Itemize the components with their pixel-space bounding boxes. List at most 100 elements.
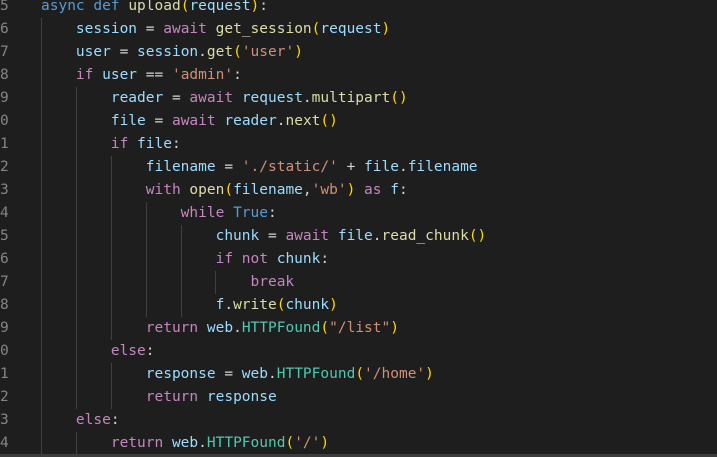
code-text: if not chunk:: [41, 248, 330, 271]
line-number: 4: [0, 205, 9, 221]
code-token: HTTPFound: [241, 320, 321, 336]
code-token: =: [224, 159, 242, 175]
code-token: :: [320, 251, 330, 267]
code-token: write: [233, 297, 277, 313]
code-token: chunk: [276, 251, 321, 267]
code-token: 'wb': [311, 182, 347, 198]
code-token: not: [241, 251, 277, 267]
code-token: './static/': [241, 159, 347, 175]
code-token: reader: [41, 90, 172, 106]
code-token: ): [381, 21, 391, 37]
code-line[interactable]: 8 f.write(chunk): [0, 294, 717, 317]
code-text: file = await reader.next(): [41, 110, 338, 133]
code-token: web: [241, 366, 268, 382]
code-text: reader = await request.multipart(): [41, 87, 408, 110]
code-token: =: [119, 44, 138, 60]
code-token: ==: [145, 67, 172, 83]
code-token: file: [337, 228, 373, 244]
code-token: get: [206, 44, 234, 60]
code-token: 'admin': [171, 67, 234, 83]
code-token: =: [224, 366, 242, 382]
code-token: async: [41, 0, 94, 14]
code-line[interactable]: 1 response = web.HTTPFound('/home'): [0, 363, 717, 386]
code-token: f: [390, 182, 399, 198]
code-token: if: [41, 136, 138, 152]
code-token: :: [267, 205, 277, 221]
code-token: ): [250, 0, 260, 14]
code-token: .: [224, 297, 234, 313]
line-number: 6: [0, 21, 9, 37]
line-number: 9: [0, 90, 9, 106]
line-number: 2: [0, 159, 9, 175]
code-token: web: [171, 435, 199, 451]
code-token: .: [268, 366, 277, 382]
code-token: filename: [233, 182, 303, 198]
code-token: response: [41, 366, 225, 382]
code-line[interactable]: 4 while True:: [0, 202, 717, 225]
code-token: read_chunk: [381, 228, 469, 244]
code-token: filename: [41, 159, 225, 175]
code-text: break: [41, 271, 295, 294]
code-text: else:: [41, 409, 120, 432]
code-token: open: [189, 182, 225, 198]
line-number: 6: [0, 251, 9, 267]
line-number: 7: [0, 44, 9, 60]
code-token: ): [346, 182, 365, 198]
line-number: 8: [0, 297, 9, 313]
code-token: return: [41, 320, 207, 336]
code-line[interactable]: 6 if not chunk:: [0, 248, 717, 271]
code-line[interactable]: 4 return web.HTTPFound('/'): [0, 432, 717, 455]
code-text: session = await get_session(request): [41, 18, 390, 41]
code-line[interactable]: 3 else:: [0, 409, 717, 432]
code-line[interactable]: 7 break: [0, 271, 717, 294]
code-token: web: [206, 320, 234, 336]
line-number: 9: [0, 320, 9, 336]
code-text: f.write(chunk): [41, 294, 338, 317]
code-line[interactable]: 5 async def upload(request):: [0, 0, 717, 18]
code-token: :: [110, 412, 120, 428]
code-line[interactable]: 2 return response: [0, 386, 717, 409]
code-editor[interactable]: 5 async def upload(request): 6 session = a…: [0, 0, 717, 457]
code-token: request: [189, 0, 251, 14]
code-line[interactable]: 9 return web.HTTPFound("/list"): [0, 317, 717, 340]
code-line[interactable]: 5 chunk = await file.read_chunk(): [0, 225, 717, 248]
code-line[interactable]: 0 file = await reader.next(): [0, 110, 717, 133]
code-token: ): [425, 366, 434, 382]
code-token: f: [41, 297, 225, 313]
code-token: file: [364, 159, 399, 175]
code-token: if: [41, 251, 242, 267]
code-token: else: [41, 343, 146, 359]
code-area[interactable]: 5 async def upload(request): 6 session = a…: [0, 0, 717, 457]
code-line[interactable]: 6 session = await get_session(request): [0, 18, 717, 41]
code-token: session: [41, 21, 146, 37]
code-text: async def upload(request):: [41, 0, 268, 18]
code-token: "/list": [329, 320, 391, 336]
code-token: user: [102, 67, 146, 83]
code-token: multipart: [311, 90, 391, 106]
code-token: file: [41, 113, 155, 129]
line-number: 5: [0, 228, 9, 244]
code-token: HTTPFound: [206, 435, 286, 451]
code-token: :: [171, 136, 181, 152]
code-line[interactable]: 7 user = session.get('user'): [0, 41, 717, 64]
code-token: .: [233, 320, 242, 336]
code-token: else: [41, 412, 111, 428]
code-line[interactable]: 0 else:: [0, 340, 717, 363]
line-number: 8: [0, 67, 9, 83]
code-token: await: [189, 90, 242, 106]
code-token: await: [285, 228, 338, 244]
line-number: 1: [0, 136, 9, 152]
code-text: else:: [41, 340, 155, 363]
code-line[interactable]: 1 if file:: [0, 133, 717, 156]
code-line[interactable]: 8 if user == 'admin':: [0, 64, 717, 87]
code-line[interactable]: 2 filename = './static/' + file.filename: [0, 156, 717, 179]
code-line[interactable]: 3 with open(filename,'wb') as f:: [0, 179, 717, 202]
code-token: return: [41, 435, 172, 451]
code-token: ): [294, 44, 303, 60]
code-token: (: [320, 320, 330, 336]
code-token: filename: [407, 159, 478, 175]
code-token: :: [233, 67, 242, 83]
code-token: =: [145, 21, 164, 37]
code-token: :: [259, 0, 269, 14]
code-line[interactable]: 9 reader = await request.multipart(): [0, 87, 717, 110]
